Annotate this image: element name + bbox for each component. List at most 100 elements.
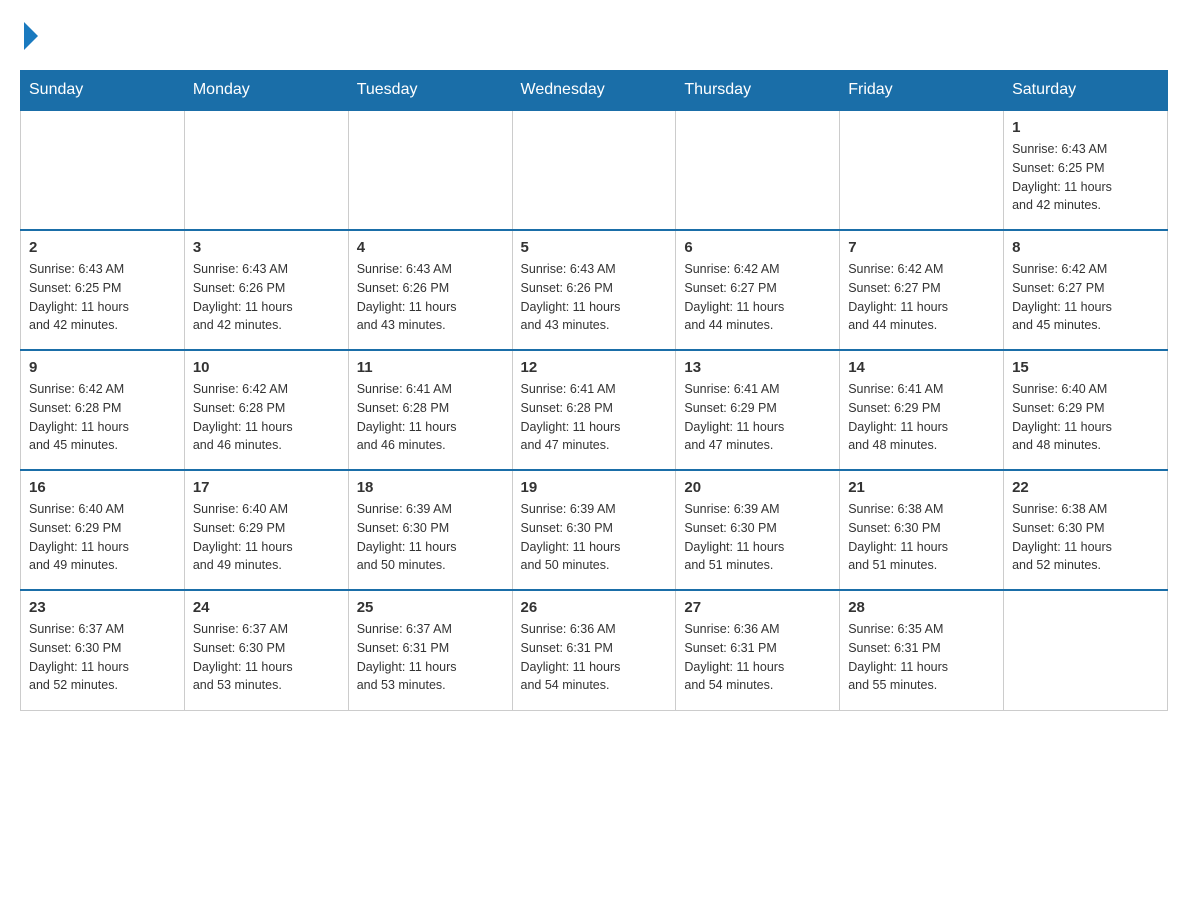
col-header-thursday: Thursday <box>676 71 840 111</box>
day-info: Sunrise: 6:43 AM Sunset: 6:26 PM Dayligh… <box>357 260 504 335</box>
day-info: Sunrise: 6:43 AM Sunset: 6:26 PM Dayligh… <box>193 260 340 335</box>
day-number: 28 <box>848 599 995 616</box>
day-info: Sunrise: 6:42 AM Sunset: 6:27 PM Dayligh… <box>684 260 831 335</box>
calendar-cell <box>840 110 1004 230</box>
week-row-1: 1 Sunrise: 6:43 AM Sunset: 6:25 PM Daylig… <box>21 110 1168 230</box>
day-number: 4 <box>357 239 504 256</box>
day-info: Sunrise: 6:36 AM Sunset: 6:31 PM Dayligh… <box>521 620 668 695</box>
day-info: Sunrise: 6:40 AM Sunset: 6:29 PM Dayligh… <box>1012 380 1159 455</box>
day-info: Sunrise: 6:43 AM Sunset: 6:25 PM Dayligh… <box>1012 140 1159 215</box>
day-number: 13 <box>684 359 831 376</box>
day-info: Sunrise: 6:43 AM Sunset: 6:25 PM Dayligh… <box>29 260 176 335</box>
day-info: Sunrise: 6:38 AM Sunset: 6:30 PM Dayligh… <box>1012 500 1159 575</box>
day-number: 3 <box>193 239 340 256</box>
calendar-cell: 5 Sunrise: 6:43 AM Sunset: 6:26 PM Daylig… <box>512 230 676 350</box>
day-info: Sunrise: 6:40 AM Sunset: 6:29 PM Dayligh… <box>193 500 340 575</box>
day-info: Sunrise: 6:42 AM Sunset: 6:28 PM Dayligh… <box>193 380 340 455</box>
day-info: Sunrise: 6:41 AM Sunset: 6:29 PM Dayligh… <box>848 380 995 455</box>
col-header-sunday: Sunday <box>21 71 185 111</box>
day-number: 6 <box>684 239 831 256</box>
col-header-tuesday: Tuesday <box>348 71 512 111</box>
calendar-cell: 21 Sunrise: 6:38 AM Sunset: 6:30 PM Dayli… <box>840 470 1004 590</box>
calendar-cell: 27 Sunrise: 6:36 AM Sunset: 6:31 PM Dayli… <box>676 590 840 710</box>
day-number: 17 <box>193 479 340 496</box>
day-number: 7 <box>848 239 995 256</box>
day-number: 15 <box>1012 359 1159 376</box>
day-number: 18 <box>357 479 504 496</box>
day-number: 25 <box>357 599 504 616</box>
calendar-cell: 28Sunrise: 6:35 AM Sunset: 6:31 PM Dayli… <box>840 590 1004 710</box>
calendar-cell <box>676 110 840 230</box>
calendar-cell <box>21 110 185 230</box>
day-info: Sunrise: 6:39 AM Sunset: 6:30 PM Dayligh… <box>684 500 831 575</box>
day-number: 23 <box>29 599 176 616</box>
day-number: 2 <box>29 239 176 256</box>
calendar-cell: 1 Sunrise: 6:43 AM Sunset: 6:25 PM Daylig… <box>1004 110 1168 230</box>
calendar-cell: 10 Sunrise: 6:42 AM Sunset: 6:28 PM Dayli… <box>184 350 348 470</box>
calendar-cell: 18 Sunrise: 6:39 AM Sunset: 6:30 PM Dayli… <box>348 470 512 590</box>
calendar-cell: 6 Sunrise: 6:42 AM Sunset: 6:27 PM Daylig… <box>676 230 840 350</box>
calendar-cell: 14 Sunrise: 6:41 AM Sunset: 6:29 PM Dayli… <box>840 350 1004 470</box>
day-number: 8 <box>1012 239 1159 256</box>
calendar-cell: 2 Sunrise: 6:43 AM Sunset: 6:25 PM Daylig… <box>21 230 185 350</box>
day-info: Sunrise: 6:41 AM Sunset: 6:29 PM Dayligh… <box>684 380 831 455</box>
calendar-cell: 7 Sunrise: 6:42 AM Sunset: 6:27 PM Daylig… <box>840 230 1004 350</box>
calendar-cell: 16 Sunrise: 6:40 AM Sunset: 6:29 PM Dayli… <box>21 470 185 590</box>
day-info: Sunrise: 6:42 AM Sunset: 6:27 PM Dayligh… <box>1012 260 1159 335</box>
day-info: Sunrise: 6:43 AM Sunset: 6:26 PM Dayligh… <box>521 260 668 335</box>
week-row-2: 2 Sunrise: 6:43 AM Sunset: 6:25 PM Daylig… <box>21 230 1168 350</box>
day-info: Sunrise: 6:36 AM Sunset: 6:31 PM Dayligh… <box>684 620 831 695</box>
day-info: Sunrise: 6:39 AM Sunset: 6:30 PM Dayligh… <box>521 500 668 575</box>
day-info: Sunrise: 6:42 AM Sunset: 6:28 PM Dayligh… <box>29 380 176 455</box>
day-number: 24 <box>193 599 340 616</box>
calendar-cell: 23 Sunrise: 6:37 AM Sunset: 6:30 PM Dayli… <box>21 590 185 710</box>
calendar-cell: 15 Sunrise: 6:40 AM Sunset: 6:29 PM Dayli… <box>1004 350 1168 470</box>
calendar-cell: 4 Sunrise: 6:43 AM Sunset: 6:26 PM Daylig… <box>348 230 512 350</box>
day-number: 1 <box>1012 119 1159 136</box>
day-info: Sunrise: 6:42 AM Sunset: 6:27 PM Dayligh… <box>848 260 995 335</box>
day-number: 26 <box>521 599 668 616</box>
day-number: 9 <box>29 359 176 376</box>
day-number: 21 <box>848 479 995 496</box>
calendar-cell: 25Sunrise: 6:37 AM Sunset: 6:31 PM Dayli… <box>348 590 512 710</box>
day-number: 12 <box>521 359 668 376</box>
calendar-cell: 17 Sunrise: 6:40 AM Sunset: 6:29 PM Dayli… <box>184 470 348 590</box>
calendar-cell: 19Sunrise: 6:39 AM Sunset: 6:30 PM Dayli… <box>512 470 676 590</box>
week-row-4: 16 Sunrise: 6:40 AM Sunset: 6:29 PM Dayli… <box>21 470 1168 590</box>
day-info: Sunrise: 6:39 AM Sunset: 6:30 PM Dayligh… <box>357 500 504 575</box>
calendar-cell <box>184 110 348 230</box>
calendar-cell <box>348 110 512 230</box>
col-header-friday: Friday <box>840 71 1004 111</box>
col-header-monday: Monday <box>184 71 348 111</box>
calendar-cell: 9 Sunrise: 6:42 AM Sunset: 6:28 PM Daylig… <box>21 350 185 470</box>
day-number: 10 <box>193 359 340 376</box>
day-number: 14 <box>848 359 995 376</box>
day-number: 5 <box>521 239 668 256</box>
col-header-saturday: Saturday <box>1004 71 1168 111</box>
day-number: 20 <box>684 479 831 496</box>
calendar-header-row: SundayMondayTuesdayWednesdayThursdayFrid… <box>21 71 1168 111</box>
calendar-cell: 22 Sunrise: 6:38 AM Sunset: 6:30 PM Dayli… <box>1004 470 1168 590</box>
day-info: Sunrise: 6:37 AM Sunset: 6:30 PM Dayligh… <box>29 620 176 695</box>
day-info: Sunrise: 6:37 AM Sunset: 6:30 PM Dayligh… <box>193 620 340 695</box>
calendar-cell: 13 Sunrise: 6:41 AM Sunset: 6:29 PM Dayli… <box>676 350 840 470</box>
day-info: Sunrise: 6:41 AM Sunset: 6:28 PM Dayligh… <box>357 380 504 455</box>
day-info: Sunrise: 6:41 AM Sunset: 6:28 PM Dayligh… <box>521 380 668 455</box>
calendar-cell: 12 Sunrise: 6:41 AM Sunset: 6:28 PM Dayli… <box>512 350 676 470</box>
day-number: 27 <box>684 599 831 616</box>
calendar-cell: 11 Sunrise: 6:41 AM Sunset: 6:28 PM Dayli… <box>348 350 512 470</box>
calendar-cell: 24 Sunrise: 6:37 AM Sunset: 6:30 PM Dayli… <box>184 590 348 710</box>
day-number: 22 <box>1012 479 1159 496</box>
logo-arrow-icon <box>24 22 38 50</box>
calendar-cell <box>512 110 676 230</box>
calendar-cell: 3 Sunrise: 6:43 AM Sunset: 6:26 PM Daylig… <box>184 230 348 350</box>
day-number: 11 <box>357 359 504 376</box>
calendar-cell: 20 Sunrise: 6:39 AM Sunset: 6:30 PM Dayli… <box>676 470 840 590</box>
day-info: Sunrise: 6:38 AM Sunset: 6:30 PM Dayligh… <box>848 500 995 575</box>
page-header <box>20 20 1168 50</box>
day-number: 16 <box>29 479 176 496</box>
calendar-cell <box>1004 590 1168 710</box>
day-info: Sunrise: 6:40 AM Sunset: 6:29 PM Dayligh… <box>29 500 176 575</box>
week-row-3: 9 Sunrise: 6:42 AM Sunset: 6:28 PM Daylig… <box>21 350 1168 470</box>
logo <box>20 20 38 50</box>
